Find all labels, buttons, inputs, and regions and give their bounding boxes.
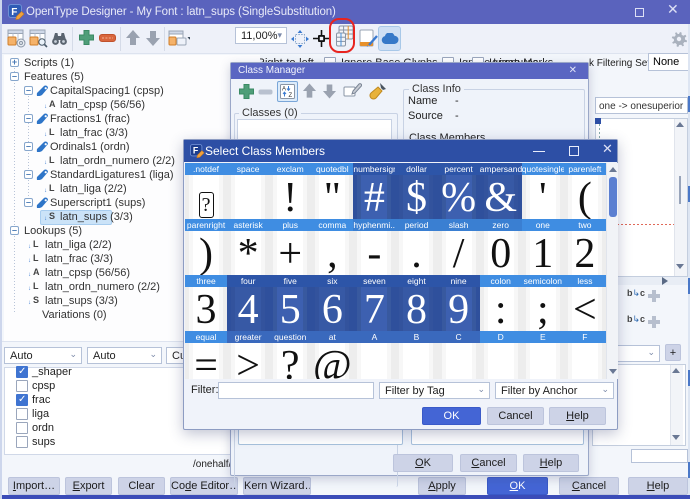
svg-text:A: A: [282, 87, 286, 93]
svg-text:Z: Z: [289, 93, 293, 99]
svg-text:F: F: [193, 146, 199, 156]
